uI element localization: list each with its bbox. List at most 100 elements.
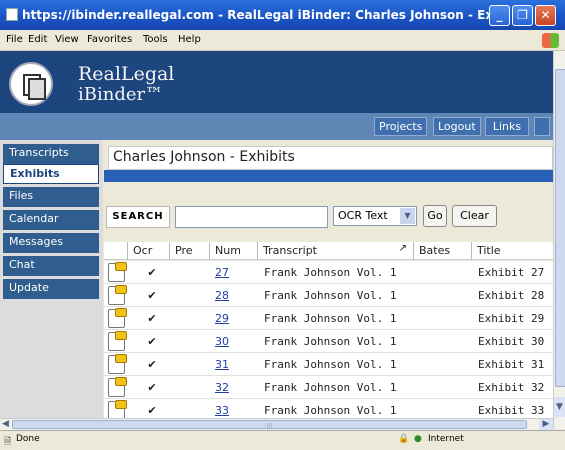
search-field-select[interactable]: OCR Text ▼ xyxy=(333,206,417,226)
go-button[interactable]: Go xyxy=(423,205,447,227)
menu-bar: File Edit View Favorites Tools Help xyxy=(0,30,565,51)
ocr-check-icon: ✔ xyxy=(147,381,157,394)
ocr-check-icon: ✔ xyxy=(147,289,157,302)
exhibit-document-icon[interactable] xyxy=(108,308,127,328)
nav-logout[interactable]: Logout xyxy=(433,117,481,136)
exhibit-document-icon[interactable] xyxy=(108,377,127,397)
col-bates[interactable]: Bates xyxy=(414,242,472,260)
restore-icon[interactable]: ❐ xyxy=(512,5,533,26)
top-nav: Projects Logout Links xyxy=(0,113,553,140)
menu-view[interactable]: View xyxy=(55,34,79,45)
exhibit-number-link[interactable]: 28 xyxy=(215,284,255,307)
transcript-cell: Frank Johnson Vol. 1 xyxy=(264,381,397,394)
nav-more[interactable] xyxy=(534,117,550,136)
status-text: Done xyxy=(16,434,40,444)
search-label: Search xyxy=(106,206,170,228)
sidebar-item-calendar[interactable]: Calendar xyxy=(3,210,99,230)
title-cell: Exhibit 30 xyxy=(478,335,545,348)
transcript-cell: Frank Johnson Vol. 1 xyxy=(264,312,397,325)
status-bar: 🗎 Done 🔒 ● Internet xyxy=(0,430,565,447)
pre-cell xyxy=(170,307,210,330)
chevron-down-icon[interactable]: ▼ xyxy=(400,208,415,224)
col-icon xyxy=(104,242,128,260)
title-cell: Exhibit 27 xyxy=(478,266,545,279)
sidebar-item-chat[interactable]: Chat xyxy=(3,256,99,276)
pre-cell xyxy=(170,261,210,284)
exhibit-document-icon[interactable] xyxy=(108,285,127,305)
exhibit-document-icon[interactable] xyxy=(108,331,127,351)
sort-ascending-icon: ↗ xyxy=(398,243,407,254)
clear-button[interactable]: Clear xyxy=(452,205,497,227)
ocr-check-icon: ✔ xyxy=(147,312,157,325)
pre-cell xyxy=(170,330,210,353)
menu-favorites[interactable]: Favorites xyxy=(87,34,132,45)
bates-cell xyxy=(414,376,472,399)
minimize-icon[interactable]: _ xyxy=(489,5,510,26)
table-row[interactable]: ✔ 29 Frank Johnson Vol. 1 Exhibit 29 xyxy=(104,307,553,330)
exhibit-number-link[interactable]: 30 xyxy=(215,330,255,353)
windows-logo-icon xyxy=(542,33,559,48)
bates-cell xyxy=(414,353,472,376)
zone-text: Internet xyxy=(428,434,464,444)
close-icon[interactable]: ✕ xyxy=(535,5,556,26)
title-cell: Exhibit 29 xyxy=(478,312,545,325)
table-row[interactable]: ✔ 32 Frank Johnson Vol. 1 Exhibit 32 xyxy=(104,376,553,399)
horizontal-scrollbar[interactable]: ◀ ||| ▶ xyxy=(0,418,553,430)
table-row[interactable]: ✔ 27 Frank Johnson Vol. 1 Exhibit 27 xyxy=(104,261,553,284)
pre-cell xyxy=(170,284,210,307)
col-transcript[interactable]: Transcript ↗ xyxy=(258,242,414,260)
transcript-cell: Frank Johnson Vol. 1 xyxy=(264,266,397,279)
menu-help[interactable]: Help xyxy=(178,34,201,45)
ocr-check-icon: ✔ xyxy=(147,335,157,348)
exhibit-number-link[interactable]: 31 xyxy=(215,353,255,376)
page-done-icon: 🗎 xyxy=(4,437,12,447)
h-scrollbar-thumb[interactable]: ||| xyxy=(12,420,527,430)
exhibit-document-icon[interactable] xyxy=(108,262,127,282)
nav-links[interactable]: Links xyxy=(485,117,529,136)
page-title: Charles Johnson - Exhibits xyxy=(108,146,553,170)
ocr-check-icon: ✔ xyxy=(147,266,157,279)
brand-name: RealLegal xyxy=(78,63,175,85)
brand-product: iBinder™ xyxy=(78,84,164,105)
globe-icon: ● xyxy=(414,434,422,444)
menu-tools[interactable]: Tools xyxy=(143,34,168,45)
sidebar-item-transcripts[interactable]: Transcripts xyxy=(3,144,99,164)
title-cell: Exhibit 31 xyxy=(478,358,545,371)
scroll-right-icon[interactable]: ▶ xyxy=(539,419,553,430)
title-cell: Exhibit 32 xyxy=(478,381,545,394)
ibinder-logo-icon xyxy=(9,62,53,106)
exhibit-number-link[interactable]: 32 xyxy=(215,376,255,399)
col-pre[interactable]: Pre xyxy=(170,242,210,260)
title-accent-bar xyxy=(104,170,553,182)
sidebar-item-messages[interactable]: Messages xyxy=(3,233,99,253)
col-num[interactable]: Num xyxy=(210,242,258,260)
sidebar-item-exhibits[interactable]: Exhibits xyxy=(3,164,99,184)
exhibit-number-link[interactable]: 29 xyxy=(215,307,255,330)
table-row[interactable]: ✔ 28 Frank Johnson Vol. 1 Exhibit 28 xyxy=(104,284,553,307)
table-header: Ocr Pre Num Transcript ↗ Bates Title xyxy=(104,242,553,260)
ocr-check-icon: ✔ xyxy=(147,358,157,371)
search-input[interactable] xyxy=(175,206,328,228)
sidebar: Transcripts Exhibits Files Calendar Mess… xyxy=(0,140,103,418)
menu-edit[interactable]: Edit xyxy=(28,34,47,45)
exhibit-document-icon[interactable] xyxy=(108,354,127,374)
scroll-left-icon[interactable]: ◀ xyxy=(0,419,11,430)
transcript-cell: Frank Johnson Vol. 1 xyxy=(264,335,397,348)
window-title: https://ibinder.reallegal.com - RealLega… xyxy=(22,8,510,22)
sidebar-item-files[interactable]: Files xyxy=(3,187,99,207)
bates-cell xyxy=(414,330,472,353)
sidebar-item-update[interactable]: Update xyxy=(3,279,99,299)
col-ocr[interactable]: Ocr xyxy=(128,242,170,260)
pre-cell xyxy=(170,353,210,376)
scroll-down-icon[interactable]: ▼ xyxy=(554,397,565,417)
vertical-scrollbar[interactable]: ▼ xyxy=(553,51,565,429)
bates-cell xyxy=(414,284,472,307)
exhibit-number-link[interactable]: 27 xyxy=(215,261,255,284)
bates-cell xyxy=(414,261,472,284)
menu-file[interactable]: File xyxy=(6,34,23,45)
scrollbar-thumb[interactable] xyxy=(555,69,565,387)
nav-projects[interactable]: Projects xyxy=(374,117,428,136)
col-title[interactable]: Title xyxy=(472,242,553,260)
table-row[interactable]: ✔ 30 Frank Johnson Vol. 1 Exhibit 30 xyxy=(104,330,553,353)
table-row[interactable]: ✔ 31 Frank Johnson Vol. 1 Exhibit 31 xyxy=(104,353,553,376)
